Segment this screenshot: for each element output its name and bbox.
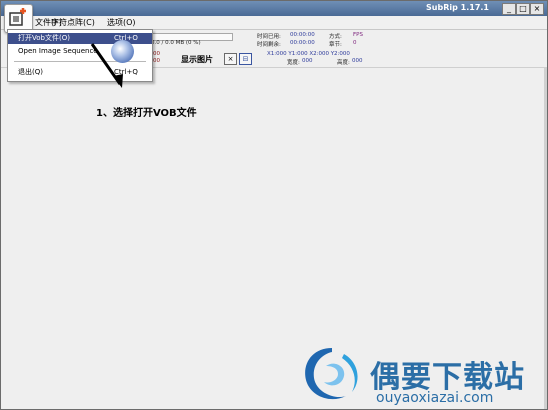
pointer-arrow-icon: [90, 43, 123, 88]
watermark-logo-icon: [305, 348, 358, 400]
instruction-text: 1、选择打开VOB文件: [96, 108, 197, 119]
watermark-url: ouyaoxiazai.com: [376, 390, 494, 406]
